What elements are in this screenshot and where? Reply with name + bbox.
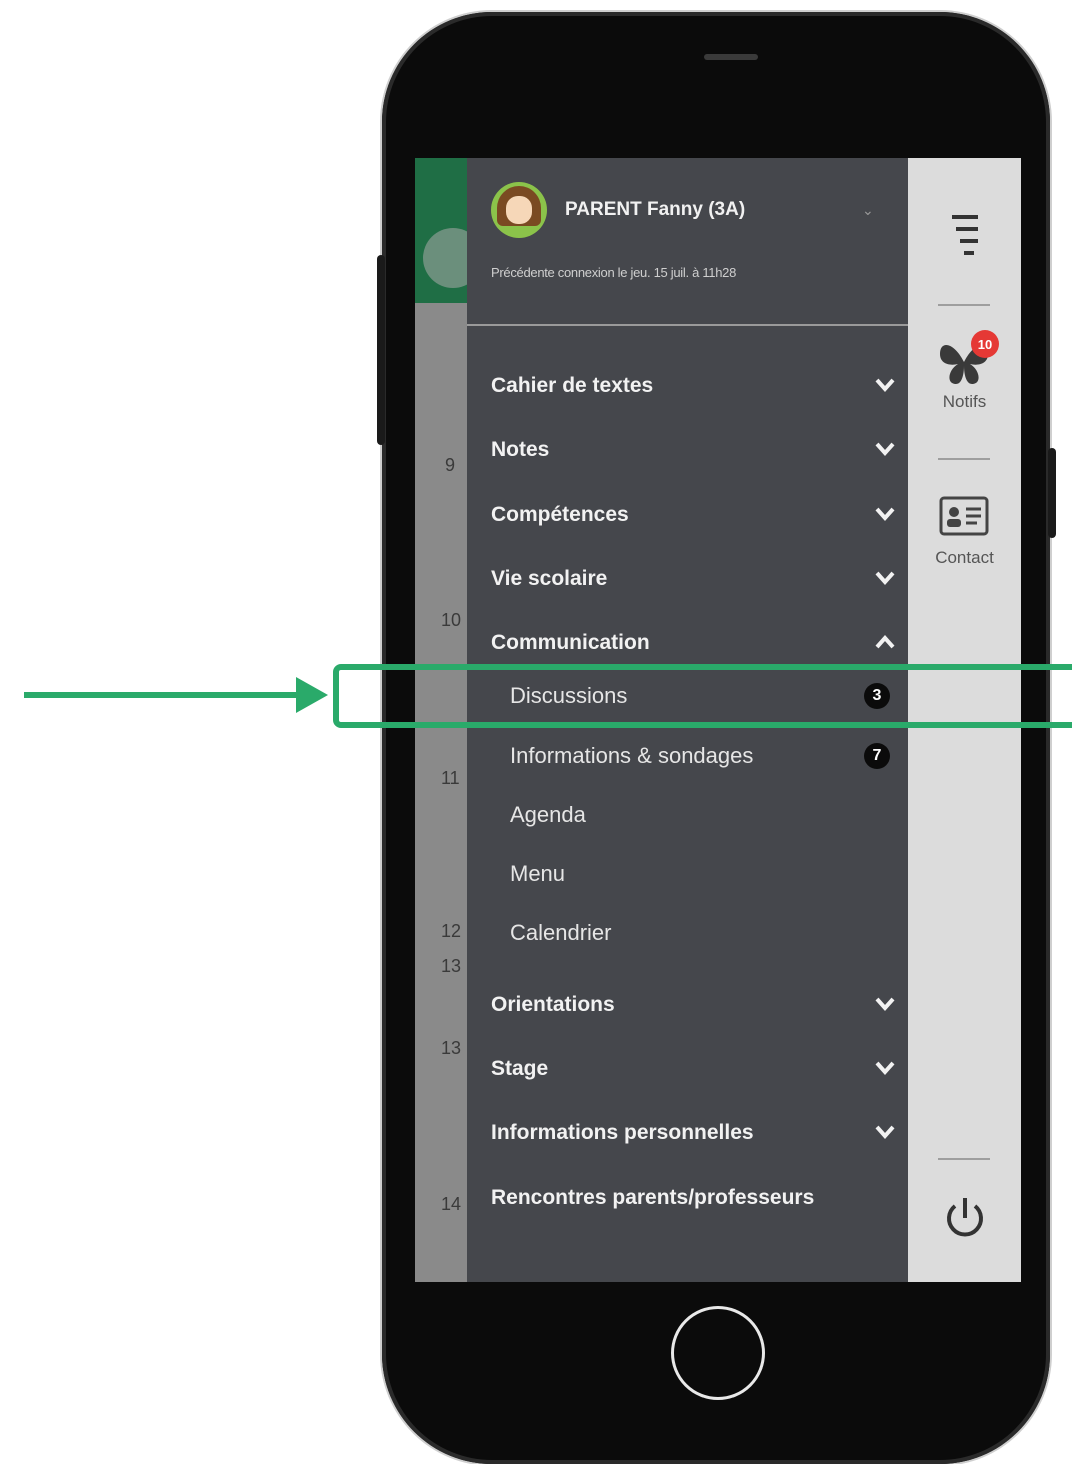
background-hour: 12 (441, 921, 462, 941)
chevron-down-icon[interactable]: ⌄ (862, 202, 874, 219)
chevron-down-icon (875, 997, 895, 1013)
avatar (491, 182, 547, 238)
contact-button[interactable]: Contact (908, 492, 1021, 572)
unread-count-badge: 7 (864, 743, 890, 769)
phone-speaker (704, 54, 758, 60)
menu-item-communication[interactable]: Communication (491, 623, 895, 663)
background-hour: 13 (441, 1038, 462, 1058)
chevron-down-icon (875, 507, 895, 523)
menu-item-cahier-de-textes[interactable]: Cahier de textes (491, 366, 895, 406)
chevron-down-icon (875, 571, 895, 587)
menu-item-label: Notes (491, 438, 550, 461)
menu-item-label: Cahier de textes (491, 374, 654, 397)
annotation-highlight-box (333, 664, 1072, 728)
phone-side-button-right (1048, 448, 1056, 538)
submenu-item-agenda[interactable]: Agenda (510, 795, 890, 835)
background-hour: 10 (441, 610, 462, 630)
menu-item-label: Communication (491, 631, 650, 654)
chevron-down-icon (875, 1061, 895, 1077)
contact-card-icon (939, 496, 989, 536)
home-button[interactable] (671, 1306, 765, 1400)
background-hour: 11 (441, 768, 460, 788)
notifs-label: Notifs (942, 392, 987, 411)
rail-divider (938, 1158, 990, 1160)
divider (467, 324, 908, 326)
menu-item-competences[interactable]: Compétences (491, 495, 895, 535)
menu-item-notes[interactable]: Notes (491, 430, 895, 470)
annotation-arrow-head (296, 677, 328, 713)
menu-item-vie-scolaire[interactable]: Vie scolaire (491, 559, 895, 599)
submenu-item-label: Informations & sondages (510, 743, 754, 768)
menu-item-label: Vie scolaire (491, 567, 608, 590)
submenu-item-label: Calendrier (510, 920, 612, 945)
phone-side-button-left (377, 255, 385, 445)
hamburger-menu-icon[interactable] (948, 213, 982, 255)
submenu-item-label: Agenda (510, 802, 586, 827)
chevron-up-icon (875, 635, 895, 651)
contact-label: Contact (935, 548, 994, 567)
last-connection-text: Précédente connexion le jeu. 15 juil. à … (491, 265, 737, 280)
user-name: PARENT Fanny (3A) (565, 199, 746, 220)
menu-item-orientations[interactable]: Orientations (491, 985, 895, 1025)
menu-item-informations-personnelles[interactable]: Informations personnelles (491, 1113, 895, 1153)
submenu-item-label: Menu (510, 861, 566, 886)
background-hour: 13 (441, 956, 462, 976)
chevron-down-icon (875, 378, 895, 394)
submenu-item-menu[interactable]: Menu (510, 854, 890, 894)
background-hour: 9 (445, 455, 456, 475)
menu-item-label: Rencontres parents/professeurs (491, 1186, 815, 1209)
chevron-down-icon (875, 442, 895, 458)
user-switcher[interactable]: PARENT Fanny (3A) (491, 182, 745, 238)
submenu-item-informations-sondages[interactable]: Informations & sondages 7 (510, 736, 890, 776)
power-icon[interactable] (942, 1194, 988, 1242)
menu-item-label: Orientations (491, 993, 615, 1016)
rail-divider (938, 304, 990, 306)
rail-divider (938, 458, 990, 460)
background-hour: 14 (441, 1194, 462, 1214)
submenu-item-calendrier[interactable]: Calendrier (510, 913, 890, 953)
notifs-count-badge: 10 (971, 330, 999, 358)
notifs-button[interactable]: Notifs (908, 328, 1021, 423)
annotation-arrow-shaft (24, 692, 302, 698)
menu-item-stage[interactable]: Stage (491, 1049, 895, 1089)
menu-item-label: Informations personnelles (491, 1121, 754, 1144)
menu-item-rencontres[interactable]: Rencontres parents/professeurs (491, 1178, 891, 1218)
menu-item-label: Stage (491, 1057, 549, 1080)
menu-item-label: Compétences (491, 503, 629, 526)
chevron-down-icon (875, 1125, 895, 1141)
